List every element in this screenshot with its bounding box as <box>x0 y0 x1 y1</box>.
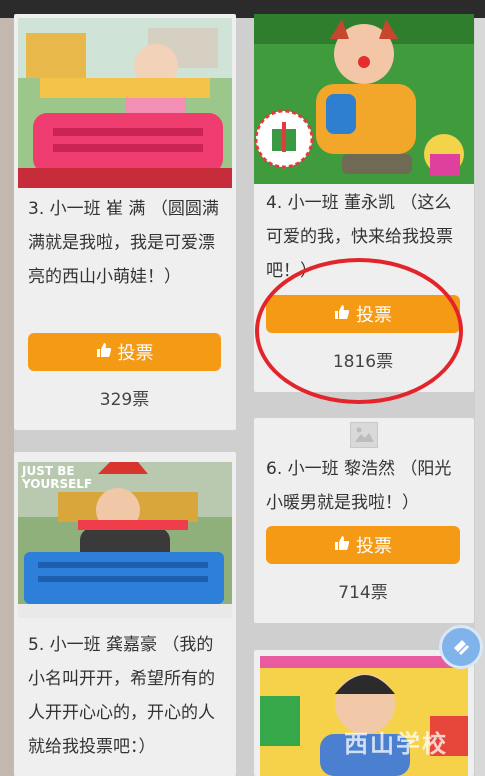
entry-description-6: 6. 小一班 黎浩然 （阳光小暖男就是我啦！） <box>266 459 452 513</box>
entry-card-6: 6. 小一班 黎浩然 （阳光小暖男就是我啦！） 投票 714票 <box>254 418 474 623</box>
vote-button-6[interactable]: 投票 <box>266 526 460 564</box>
entry-card-3: 3. 小一班 崔 满 （圆圆满满就是我啦，我是可爱漂亮的西山小萌娃！） 投票 3… <box>14 14 236 430</box>
thumbs-up-icon <box>96 342 112 363</box>
page-edge-left <box>0 18 14 776</box>
vote-button-3[interactable]: 投票 <box>28 333 221 371</box>
entry-description-3: 3. 小一班 崔 满 （圆圆满满就是我啦，我是可爱漂亮的西山小萌娃！） <box>28 199 219 287</box>
watermark-text: 西山学校 <box>344 730 448 758</box>
vote-label-3: 投票 <box>117 343 154 364</box>
entry-description-5: 5. 小一班 龚嘉豪 （我的小名叫开开，希望所有的人开开心心的，开心的人就给我投… <box>28 635 215 757</box>
image-placeholder-icon <box>350 422 378 448</box>
entry-photo-5[interactable]: JUST BE YOURSELF <box>18 462 232 618</box>
photo-overlay-line2: YOURSELF <box>22 477 93 491</box>
vote-count-3: 329票 <box>99 390 150 410</box>
highlight-circle-annotation <box>255 258 463 404</box>
floating-action-button[interactable] <box>439 625 483 669</box>
vote-count-6: 714票 <box>338 583 388 603</box>
vote-label-6: 投票 <box>356 536 392 557</box>
thumbs-up-icon <box>334 535 350 556</box>
photo-overlay-line1: JUST BE <box>22 464 75 478</box>
entry-photo-4[interactable] <box>254 14 474 184</box>
entry-photo-3[interactable] <box>18 18 232 188</box>
entry-card-5: JUST BE YOURSELF 5. 小一班 龚嘉豪 （我的小名叫开开，希望所… <box>14 452 236 776</box>
